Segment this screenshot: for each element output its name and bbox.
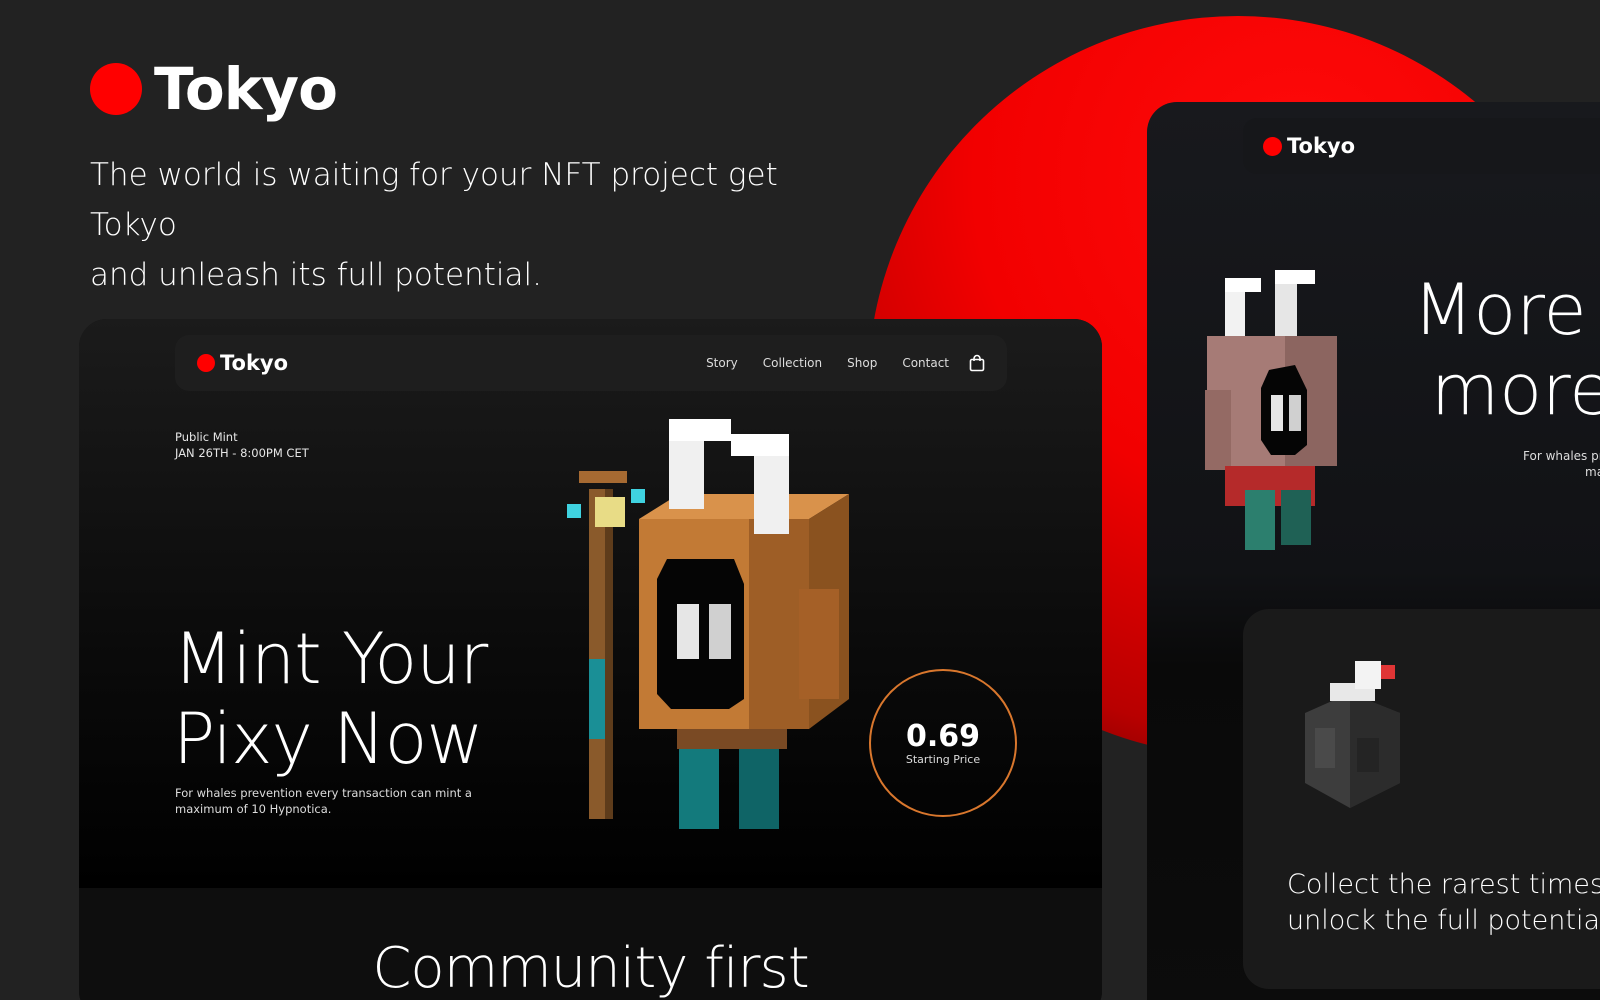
brand-logo: Tokyo xyxy=(90,55,338,123)
shopping-bag-icon[interactable] xyxy=(969,354,985,372)
brand-name: Tokyo xyxy=(154,55,338,123)
logo-dot-icon xyxy=(1263,136,1282,156)
nav-brand-name-secondary[interactable]: Tokyo xyxy=(1287,134,1355,158)
voxel-bomb-illustration xyxy=(1305,661,1400,808)
price-badge: 0.69 Starting Price xyxy=(869,669,1017,817)
nav-links: Story Collection Shop Contact xyxy=(706,356,949,370)
secondary-subtitle-line-2: ma xyxy=(1585,465,1600,479)
brand-dot-icon xyxy=(90,63,142,115)
secondary-title-line-1: More xyxy=(1413,269,1587,351)
nav-bar-secondary: Tokyo xyxy=(1243,118,1600,174)
mint-info: Public Mint JAN 26TH - 8:00PM CET xyxy=(175,429,309,461)
nav-link-story[interactable]: Story xyxy=(706,356,738,370)
website-mockup-secondary: Tokyo More more For whales pre ma xyxy=(1147,102,1600,1000)
secondary-title-line-2: more xyxy=(1431,349,1600,431)
voxel-character-pink-illustration xyxy=(1205,270,1337,550)
secondary-hero-title: More more xyxy=(1413,270,1600,430)
hero-subtitle-line-2: maximum of 10 Hypnotica. xyxy=(175,802,332,816)
voxel-character-illustration xyxy=(567,419,849,829)
nav-link-collection[interactable]: Collection xyxy=(763,356,822,370)
tagline: The world is waiting for your NFT projec… xyxy=(90,150,830,300)
nav-bar: Tokyo Story Collection Shop Contact xyxy=(175,335,1007,391)
community-section: Community first xyxy=(79,888,1102,1000)
logo-dot-icon xyxy=(197,354,215,372)
hero-subtitle: For whales prevention every transaction … xyxy=(175,785,475,817)
hero-title-line-2: Pixy Now xyxy=(173,698,484,780)
tagline-line-2: and unleash its full potential. xyxy=(90,257,542,293)
collect-card-line-1: Collect the rarest times a xyxy=(1287,869,1600,900)
hero-subtitle-line-1: For whales prevention every transaction … xyxy=(175,786,472,800)
website-mockup-main: Tokyo Story Collection Shop Contact Publ… xyxy=(79,319,1102,1000)
secondary-hero-subtitle: For whales pre ma xyxy=(1523,448,1600,480)
secondary-subtitle-line-1: For whales pre xyxy=(1523,449,1600,463)
mint-label: Public Mint xyxy=(175,430,238,444)
collect-card-text: Collect the rarest times a unlock the fu… xyxy=(1287,867,1600,939)
collect-card: Collect the rarest times a unlock the fu… xyxy=(1243,609,1600,989)
nav-link-contact[interactable]: Contact xyxy=(902,356,949,370)
price-label: Starting Price xyxy=(905,752,981,766)
mint-date: JAN 26TH - 8:00PM CET xyxy=(175,446,309,460)
nav-logo[interactable]: Tokyo xyxy=(197,351,288,375)
hero-section: Tokyo Story Collection Shop Contact Publ… xyxy=(79,319,1102,888)
collect-card-line-2: unlock the full potential xyxy=(1287,905,1600,936)
nav-brand-name: Tokyo xyxy=(220,351,289,375)
hero-title-line-1: Mint Your xyxy=(173,618,488,700)
nav-link-shop[interactable]: Shop xyxy=(847,356,877,370)
tagline-line-1: The world is waiting for your NFT projec… xyxy=(90,157,778,243)
price-value: 0.69 xyxy=(905,718,981,754)
hero-title: Mint Your Pixy Now xyxy=(173,619,593,779)
community-title: Community first xyxy=(372,936,809,1000)
